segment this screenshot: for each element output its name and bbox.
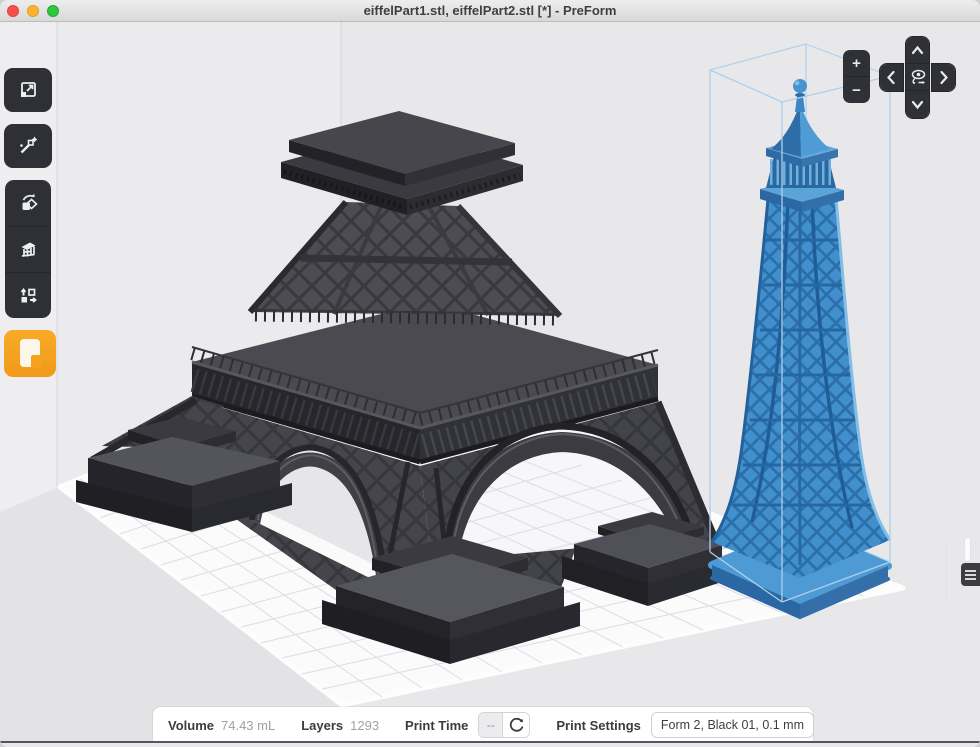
- view-reset-button[interactable]: [906, 64, 929, 91]
- side-panel-handle[interactable]: [964, 537, 971, 562]
- rotate-icon: [17, 192, 39, 214]
- refresh-icon: [507, 716, 525, 734]
- zoom-in-button[interactable]: +: [843, 50, 870, 76]
- list-icon: [965, 570, 976, 572]
- rotate-left-button[interactable]: [880, 64, 903, 91]
- layers-group: Layers 1293: [301, 718, 379, 733]
- window-title: eiffelPart1.stl, eiffelPart2.stl [*] - P…: [364, 3, 617, 18]
- rotate-up-button[interactable]: [906, 37, 929, 64]
- close-button[interactable]: [7, 5, 19, 17]
- viewport-3d[interactable]: [0, 0, 980, 747]
- one-click-print-button[interactable]: [4, 124, 52, 168]
- print-settings-label: Print Settings: [556, 718, 641, 733]
- rotate-right-button[interactable]: [932, 64, 955, 91]
- orient-tool-button[interactable]: [5, 180, 51, 226]
- print-time-group: Print Time --: [405, 712, 530, 738]
- chevron-down-icon: [906, 91, 929, 118]
- title-bar: eiffelPart1.stl, eiffelPart2.stl [*] - P…: [0, 0, 980, 22]
- zoom-window-button[interactable]: [47, 5, 59, 17]
- chevron-right-icon: [932, 64, 955, 91]
- supports-icon: [17, 239, 39, 261]
- window-bottom-margin: [0, 743, 980, 747]
- zoom-out-button[interactable]: −: [843, 76, 870, 103]
- layers-label: Layers: [301, 718, 343, 733]
- cartridge-icon: [4, 330, 56, 377]
- scale-icon: [17, 79, 39, 101]
- tool-group: [5, 180, 51, 318]
- print-time-label: Print Time: [405, 718, 468, 733]
- print-button[interactable]: [4, 330, 56, 377]
- volume-group: Volume 74.43 mL: [168, 718, 275, 733]
- view-dpad: [880, 37, 955, 118]
- scale-tool-button[interactable]: [4, 68, 52, 112]
- preform-window: eiffelPart1.stl, eiffelPart2.stl [*] - P…: [0, 0, 980, 747]
- print-settings-selector[interactable]: Form 2, Black 01, 0.1 mm: [651, 712, 814, 738]
- chevron-up-icon: [906, 37, 929, 64]
- layers-value: 1293: [350, 718, 379, 733]
- volume-value: 74.43 mL: [221, 718, 275, 733]
- print-time-control: --: [478, 712, 530, 738]
- view-eye-icon: [906, 64, 929, 91]
- rotate-down-button[interactable]: [906, 91, 929, 118]
- minimize-button[interactable]: [27, 5, 39, 17]
- supports-tool-button[interactable]: [5, 226, 51, 272]
- zoom-control: + −: [843, 50, 870, 103]
- print-settings-group: Print Settings Form 2, Black 01, 0.1 mm: [556, 712, 814, 738]
- print-settings-value: Form 2, Black 01, 0.1 mm: [661, 718, 804, 732]
- layout-tool-button[interactable]: [5, 272, 51, 318]
- magic-wand-icon: [17, 135, 39, 157]
- layout-icon: [17, 285, 39, 307]
- model-list-button[interactable]: [961, 563, 980, 586]
- refresh-print-time-button[interactable]: [503, 713, 529, 737]
- volume-label: Volume: [168, 718, 214, 733]
- chevron-left-icon: [880, 64, 903, 91]
- print-time-value: --: [479, 713, 503, 737]
